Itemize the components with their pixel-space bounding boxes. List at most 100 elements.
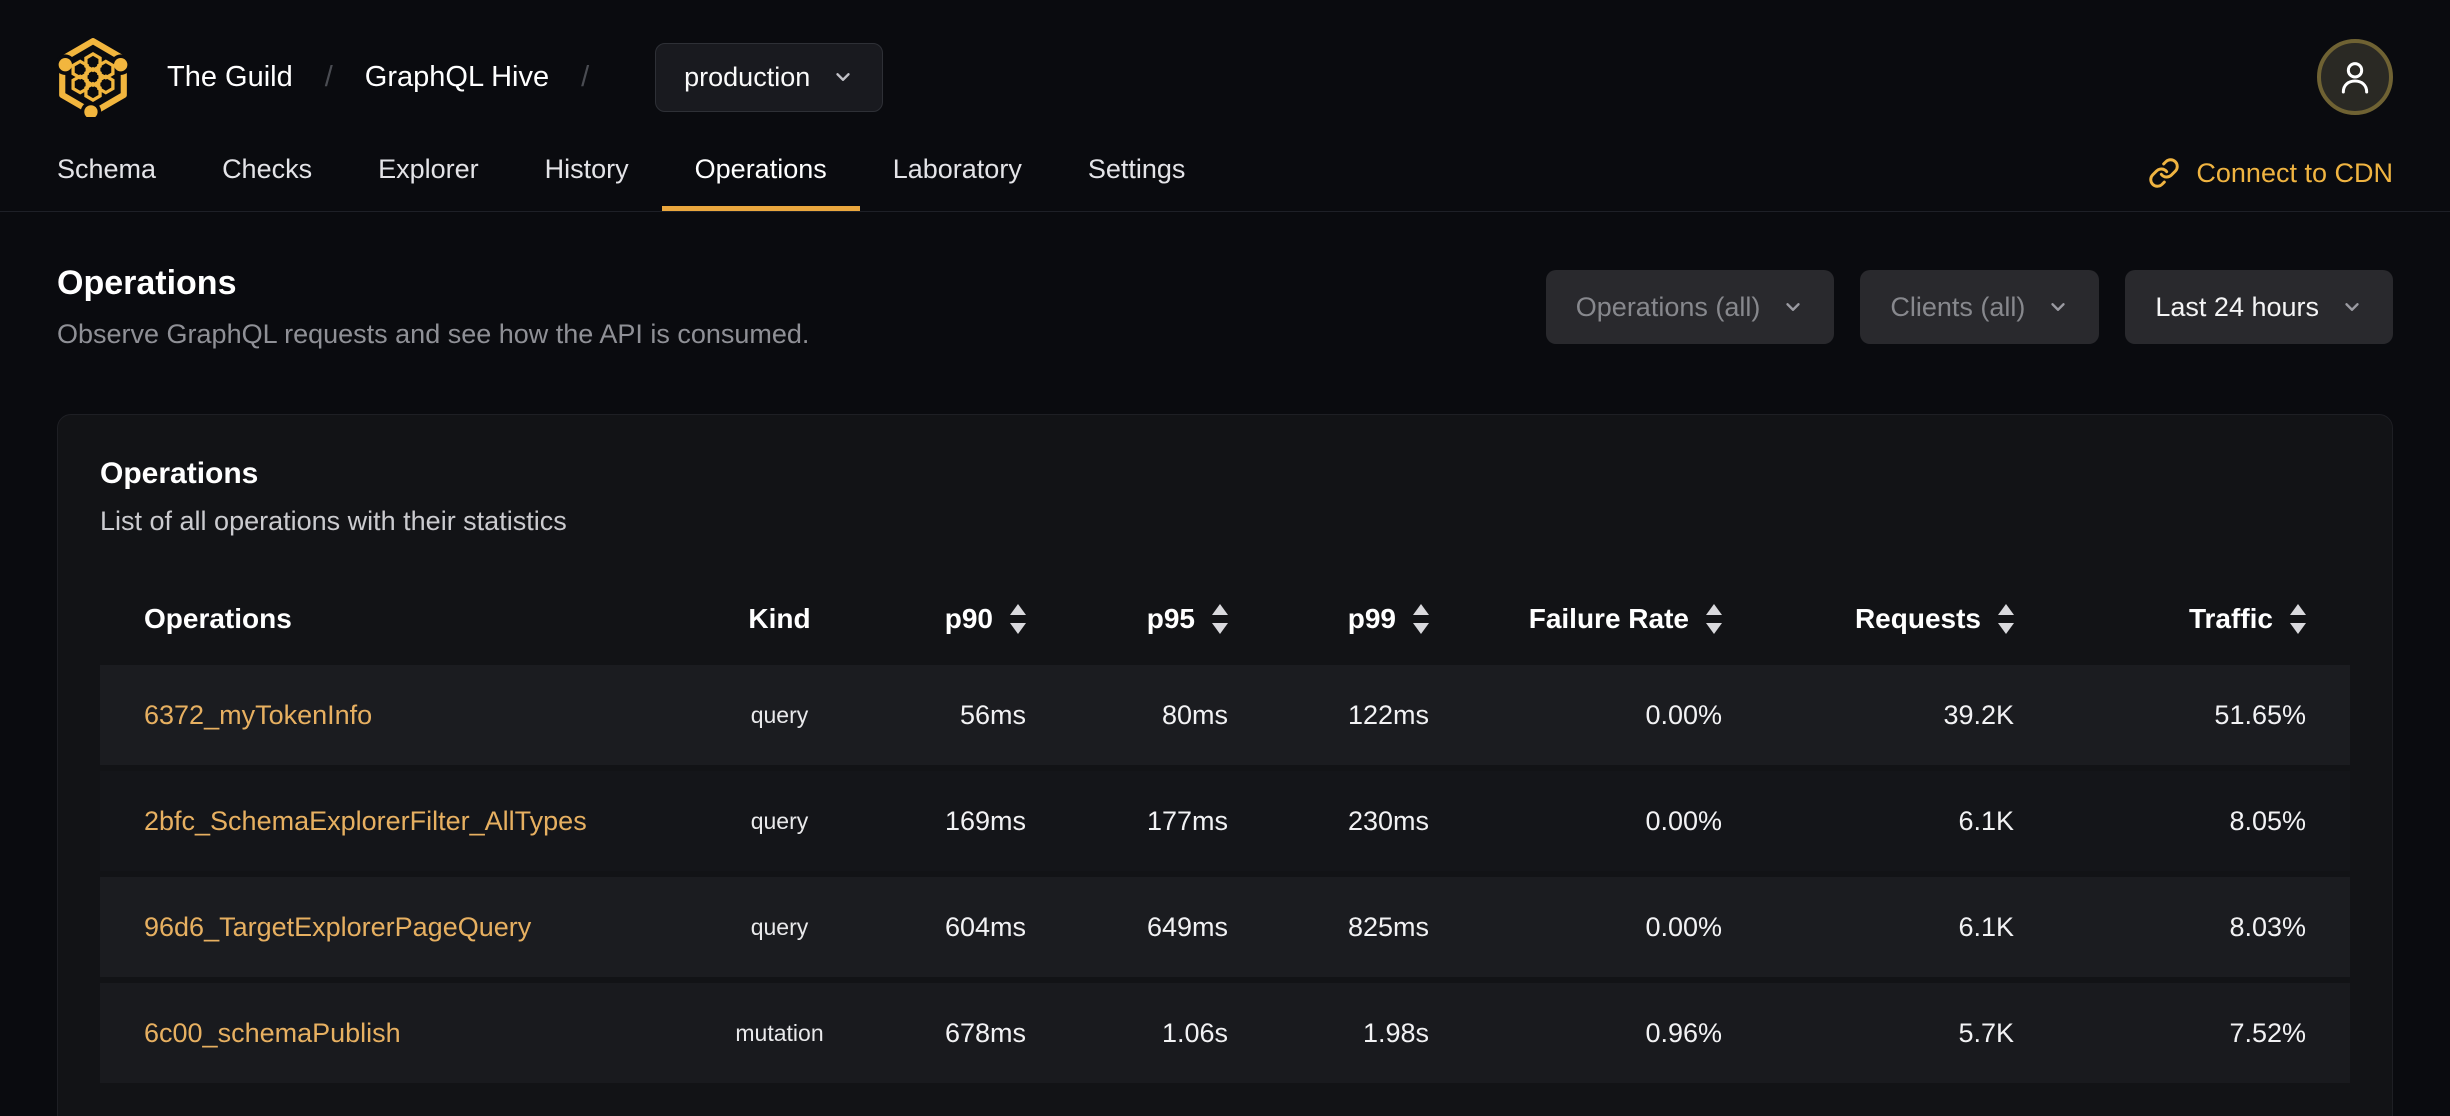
- time-range-dropdown[interactable]: Last 24 hours: [2125, 270, 2393, 344]
- table-row: 6372_myTokenInfo query 56ms 80ms 122ms 0…: [100, 665, 2350, 765]
- connect-to-cdn-link[interactable]: Connect to CDN: [2148, 157, 2393, 211]
- target-selector-dropdown[interactable]: production: [655, 42, 884, 112]
- cell-failure-rate: 0.00%: [1645, 699, 1722, 730]
- cell-p90: 604ms: [944, 911, 1026, 942]
- cell-traffic: 8.03%: [2229, 911, 2306, 942]
- time-range-label: Last 24 hours: [2155, 291, 2319, 322]
- column-header-traffic[interactable]: Traffic: [2014, 603, 2306, 635]
- cell-p90: 169ms: [944, 805, 1026, 836]
- column-header-p95[interactable]: p95: [1026, 603, 1228, 635]
- cell-requests: 5.7K: [1958, 1017, 2014, 1048]
- operation-link[interactable]: 6c00_schemaPublish: [144, 1018, 401, 1048]
- cell-failure-rate: 0.00%: [1645, 911, 1722, 942]
- page-head: Operations Observe GraphQL requests and …: [57, 264, 2393, 350]
- table-row: 6c00_schemaPublish mutation 678ms 1.06s …: [100, 983, 2350, 1083]
- cell-kind: mutation: [735, 1019, 824, 1046]
- breadcrumb-org[interactable]: The Guild: [167, 61, 293, 94]
- cell-p99: 1.98s: [1362, 1017, 1429, 1048]
- sort-icon[interactable]: [1998, 604, 2014, 634]
- tab-checks[interactable]: Checks: [189, 140, 345, 211]
- cell-p99: 825ms: [1347, 911, 1429, 942]
- cell-p90: 56ms: [959, 699, 1026, 730]
- breadcrumb-project[interactable]: GraphQL Hive: [365, 61, 549, 94]
- sort-icon[interactable]: [1413, 604, 1429, 634]
- cell-traffic: 8.05%: [2229, 805, 2306, 836]
- user-menu-avatar[interactable]: [2317, 39, 2393, 115]
- tab-laboratory[interactable]: Laboratory: [860, 140, 1055, 211]
- page-title: Operations: [57, 264, 237, 302]
- column-label: p95: [1146, 603, 1195, 634]
- card-title: Operations: [100, 457, 259, 490]
- page-subtitle: Observe GraphQL requests and see how the…: [57, 319, 810, 349]
- app-header: The Guild / GraphQL Hive / production: [0, 0, 2450, 122]
- table-row: 96d6_TargetExplorerPageQuery query 604ms…: [100, 877, 2350, 977]
- breadcrumb: The Guild / GraphQL Hive / production: [57, 37, 884, 117]
- operations-table: Operations Kind p90 p95 p99 Failure Rate…: [100, 579, 2350, 1083]
- operations-card: Operations List of all operations with t…: [57, 414, 2393, 1116]
- guild-hive-logo-icon[interactable]: [57, 37, 129, 117]
- column-header-p99[interactable]: p99: [1228, 603, 1429, 635]
- cell-requests: 6.1K: [1958, 911, 2014, 942]
- tab-history[interactable]: History: [512, 140, 662, 211]
- chevron-down-icon: [836, 73, 850, 81]
- tab-settings[interactable]: Settings: [1055, 140, 1219, 211]
- cell-p95: 649ms: [1146, 911, 1228, 942]
- clients-filter-label: Clients (all): [1890, 291, 2026, 322]
- chevron-down-icon: [2051, 303, 2066, 311]
- column-header-requests[interactable]: Requests: [1722, 603, 2014, 635]
- cell-failure-rate: 0.96%: [1645, 1017, 1722, 1048]
- operation-link[interactable]: 6372_myTokenInfo: [144, 700, 372, 730]
- main-nav: Schema Checks Explorer History Operation…: [0, 122, 2450, 212]
- cell-requests: 39.2K: [1943, 699, 2014, 730]
- column-header-failure-rate[interactable]: Failure Rate: [1429, 603, 1722, 635]
- user-icon: [2341, 62, 2369, 94]
- operation-link[interactable]: 2bfc_SchemaExplorerFilter_AllTypes: [144, 806, 587, 836]
- cell-kind: query: [750, 913, 809, 940]
- chain-link-icon: [2149, 158, 2180, 188]
- target-selector-value: production: [684, 61, 811, 92]
- cell-failure-rate: 0.00%: [1645, 805, 1722, 836]
- column-header-p90[interactable]: p90: [867, 603, 1026, 635]
- sort-icon[interactable]: [1010, 604, 1026, 634]
- column-label: Operations: [144, 603, 292, 634]
- sort-icon[interactable]: [1706, 604, 1722, 634]
- cell-traffic: 7.52%: [2229, 1017, 2306, 1048]
- sort-icon[interactable]: [2290, 604, 2306, 634]
- tab-operations[interactable]: Operations: [661, 140, 860, 211]
- column-header-kind: Kind: [692, 603, 867, 635]
- sort-icon[interactable]: [1212, 604, 1228, 634]
- cell-requests: 6.1K: [1958, 805, 2014, 836]
- cell-p99: 122ms: [1347, 699, 1429, 730]
- cell-p95: 177ms: [1146, 805, 1228, 836]
- operation-link[interactable]: 96d6_TargetExplorerPageQuery: [144, 912, 531, 942]
- chevron-down-icon: [2345, 303, 2359, 311]
- tab-schema[interactable]: Schema: [24, 140, 189, 211]
- tab-explorer[interactable]: Explorer: [345, 140, 512, 211]
- cell-p95: 1.06s: [1161, 1017, 1228, 1048]
- cell-p95: 80ms: [1161, 699, 1228, 730]
- main-content: Operations Observe GraphQL requests and …: [0, 264, 2450, 1116]
- operations-filter-dropdown[interactable]: Operations (all): [1545, 270, 1835, 344]
- column-label: Kind: [748, 603, 811, 634]
- cell-kind: query: [750, 701, 809, 728]
- operations-filter-label: Operations (all): [1575, 291, 1761, 322]
- breadcrumb-separator: /: [324, 60, 333, 93]
- column-label: Failure Rate: [1528, 603, 1689, 634]
- page-title-block: Operations Observe GraphQL requests and …: [57, 264, 809, 350]
- column-label: p99: [1347, 603, 1396, 634]
- cell-kind: query: [750, 807, 809, 834]
- clients-filter-dropdown[interactable]: Clients (all): [1860, 270, 2100, 344]
- connect-to-cdn-label: Connect to CDN: [2196, 157, 2393, 188]
- cell-traffic: 51.65%: [2214, 699, 2306, 730]
- card-subtitle: List of all operations with their statis…: [100, 506, 567, 536]
- column-label: Traffic: [2188, 603, 2273, 634]
- column-label: Requests: [1854, 603, 1981, 634]
- table-header-row: Operations Kind p90 p95 p99 Failure Rate…: [100, 579, 2350, 659]
- column-label: p90: [944, 603, 993, 634]
- cell-p90: 678ms: [944, 1017, 1026, 1048]
- table-row: 2bfc_SchemaExplorerFilter_AllTypes query…: [100, 771, 2350, 871]
- cell-p99: 230ms: [1347, 805, 1429, 836]
- chevron-down-icon: [1786, 303, 1801, 311]
- table-body: 6372_myTokenInfo query 56ms 80ms 122ms 0…: [100, 665, 2350, 1083]
- breadcrumb-separator: /: [581, 60, 590, 93]
